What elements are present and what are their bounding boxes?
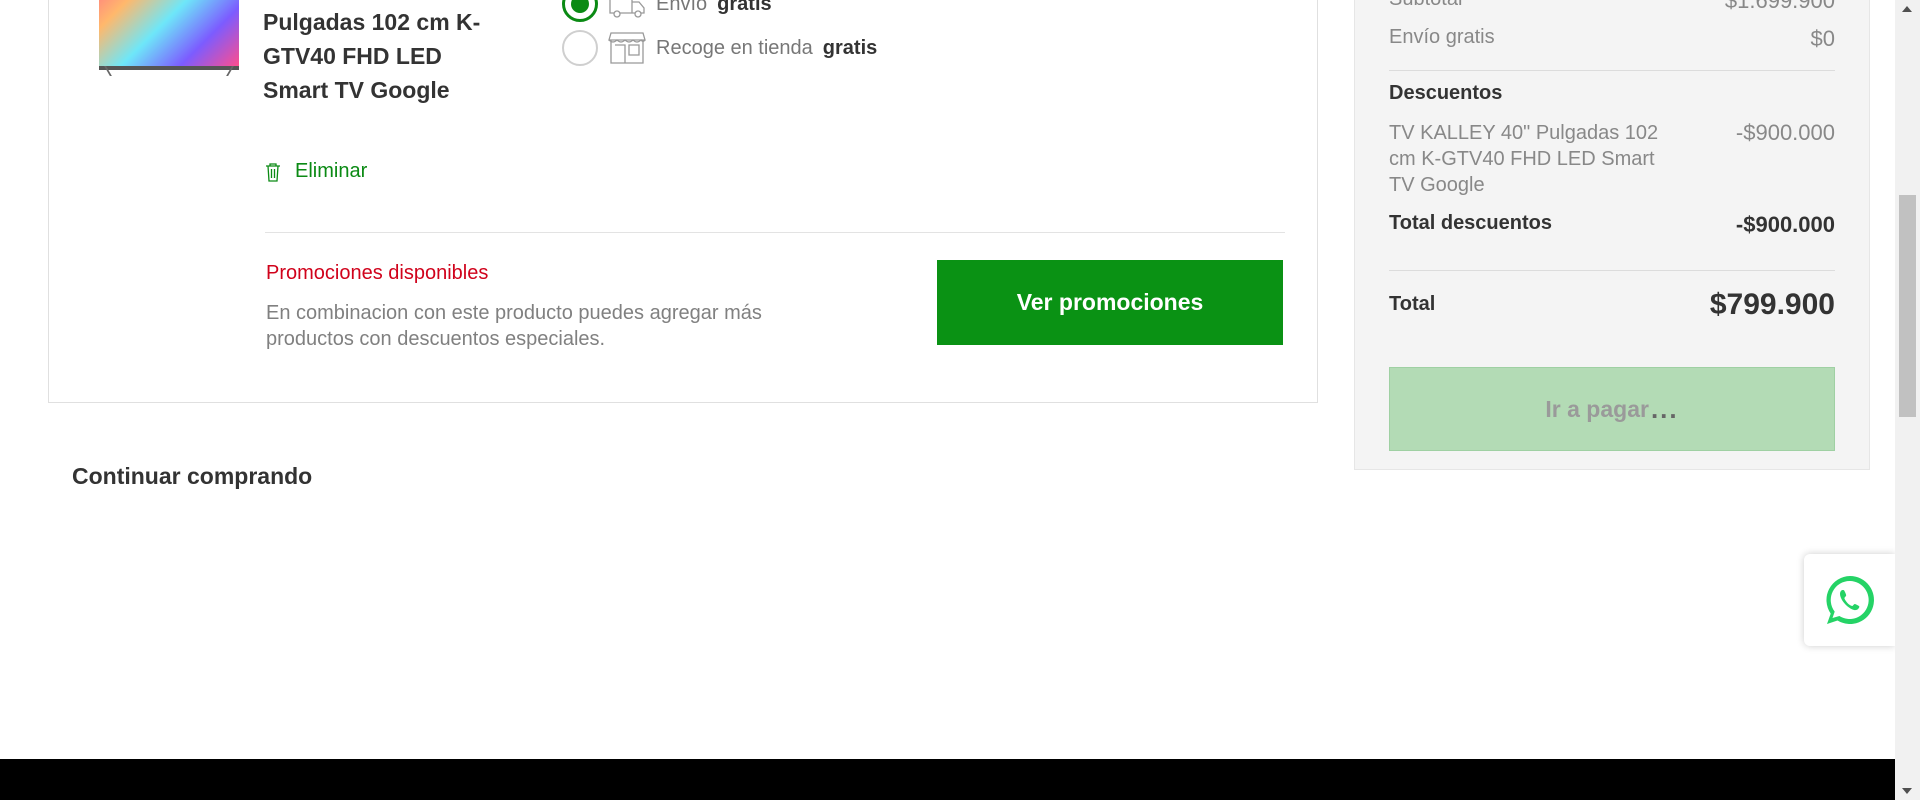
view-promotions-button[interactable]: Ver promociones <box>937 260 1283 345</box>
subtotal-value: $1.699.900 <box>1724 0 1835 13</box>
product-name[interactable]: Pulgadas 102 cm K-GTV40 FHD LED Smart TV… <box>263 5 493 107</box>
cart-page: Pulgadas 102 cm K-GTV40 FHD LED Smart TV… <box>0 0 1895 800</box>
shipping-row: Envío gratis $0 <box>1389 26 1835 52</box>
discounts-heading: Descuentos <box>1389 82 1503 104</box>
promo-description: En combinacion con este producto puedes … <box>266 302 762 350</box>
summary-divider <box>1389 270 1835 271</box>
total-discounts-value: -$900.000 <box>1735 212 1835 237</box>
scroll-down-arrow[interactable] <box>1902 788 1912 794</box>
shipping-option-delivery[interactable]: Envío gratis <box>562 0 772 22</box>
delete-label: Eliminar <box>295 160 368 182</box>
subtotal-row: Subtotal $1.699.900 <box>1389 0 1835 14</box>
scroll-up-arrow[interactable] <box>1902 6 1912 12</box>
continue-shopping-link[interactable]: Continuar comprando <box>72 463 312 490</box>
pay-button-label: Ir a pagar <box>1545 395 1649 422</box>
radio-pickup[interactable] <box>562 30 598 66</box>
total-discounts-row: Total descuentos -$900.000 <box>1389 212 1835 238</box>
shipping-pickup-emph: gratis <box>822 36 878 59</box>
go-to-pay-button[interactable]: Ir a pagar ... <box>1389 367 1835 451</box>
shipping-value: $0 <box>1810 26 1835 51</box>
radio-delivery[interactable] <box>562 0 598 22</box>
vertical-scrollbar[interactable] <box>1895 0 1920 800</box>
discount-item-value: -$900.000 <box>1735 120 1835 145</box>
subtotal-label: Subtotal <box>1389 0 1462 14</box>
trash-icon <box>266 162 280 182</box>
total-value: $799.900 <box>1709 288 1835 321</box>
shipping-delivery-emph: gratis <box>717 0 772 15</box>
discount-item-row: TV KALLEY 40" Pulgadas 102 cm K-GTV40 FH… <box>1389 120 1835 198</box>
divider <box>265 232 1285 233</box>
store-icon <box>608 32 646 64</box>
promo-title: Promociones disponibles <box>266 262 489 284</box>
summary-divider <box>1389 70 1835 71</box>
total-discounts-label: Total descuentos <box>1389 212 1552 234</box>
scrollbar-thumb[interactable] <box>1899 195 1916 417</box>
whatsapp-button[interactable] <box>1804 554 1895 646</box>
shipping-pickup-label: Recoge en tienda <box>656 36 813 59</box>
order-summary: Subtotal $1.699.900 Envío gratis $0 Desc… <box>1354 0 1870 470</box>
total-label: Total <box>1389 293 1436 315</box>
whatsapp-icon <box>1825 576 1874 624</box>
truck-icon <box>609 0 645 18</box>
shipping-option-pickup[interactable]: Recoge en tienda gratis <box>562 30 877 66</box>
product-image[interactable] <box>99 0 239 76</box>
cart-item-card: Pulgadas 102 cm K-GTV40 FHD LED Smart TV… <box>48 0 1318 403</box>
footer-bar <box>0 759 1895 800</box>
loading-dots: ... <box>1650 393 1679 424</box>
tv-screen <box>99 0 239 70</box>
shipping-delivery-label: Envío <box>656 0 708 15</box>
shipping-label: Envío gratis <box>1389 26 1495 48</box>
delete-button[interactable]: Eliminar <box>265 160 367 183</box>
discount-item-name: TV KALLEY 40" Pulgadas 102 cm K-GTV40 FH… <box>1389 122 1659 196</box>
